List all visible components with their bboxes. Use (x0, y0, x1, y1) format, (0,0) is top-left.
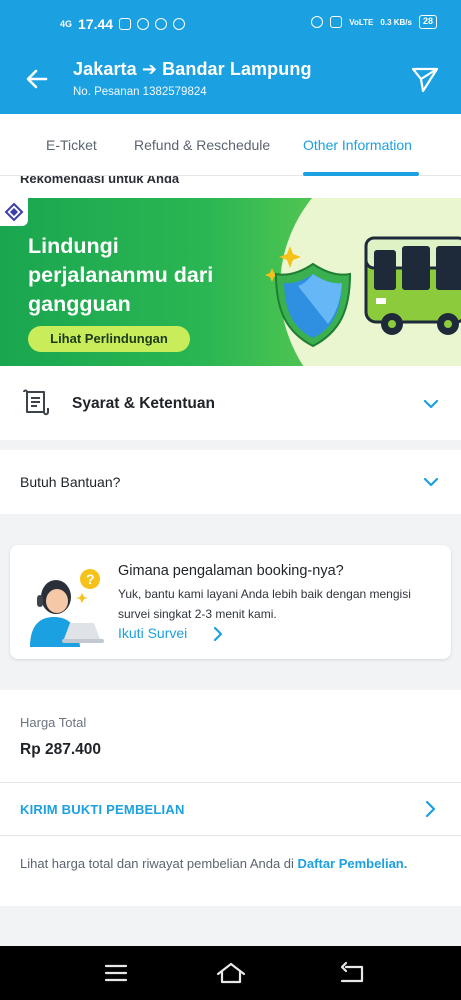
purchase-history-description: Lihat harga total dan riwayat pembelian … (20, 856, 294, 871)
instagram-icon (119, 18, 132, 30)
tab-bar: E-Ticket Refund & Reschedule Other Infor… (0, 114, 461, 176)
terms-conditions-row[interactable]: Syarat & Ketentuan (0, 366, 461, 440)
survey-card: ? Gimana pengalaman booking-nya? Yuk, ba… (10, 545, 451, 659)
purchase-history-text: Lihat harga total dan riwayat pembelian … (20, 854, 440, 873)
battery-indicator: 28 (418, 15, 437, 29)
share-icon (411, 67, 439, 93)
status-time: 17.44 (78, 16, 114, 32)
tab-other-information[interactable]: Other Information (303, 137, 412, 153)
nav-home-icon[interactable] (215, 960, 247, 986)
tab-e-ticket[interactable]: E-Ticket (46, 137, 97, 153)
recommendation-label: Rekomendasi untuk Anda (20, 176, 180, 186)
nav-menu-icon[interactable] (102, 960, 130, 986)
terms-document-icon (23, 389, 49, 416)
svg-text:?: ? (86, 571, 95, 587)
recommendation-header: Rekomendasi untuk Anda (0, 176, 461, 198)
support-agent-illustration-icon: ? (30, 569, 104, 647)
total-price-value: Rp 287.400 (20, 741, 101, 758)
terms-conditions-label: Syarat & Ketentuan (72, 395, 215, 412)
diamond-logo-icon (4, 202, 24, 222)
vibrate-icon (330, 16, 343, 28)
whatsapp-icon (137, 18, 150, 30)
shield-illustration-icon (265, 246, 352, 348)
total-price-label: Harga Total (20, 715, 87, 730)
nav-back-icon[interactable] (338, 960, 366, 986)
chevron-down-icon (423, 477, 439, 487)
survey-description: Yuk, bantu kami layani Anda lebih baik d… (118, 587, 411, 621)
bus-illustration-icon (364, 236, 461, 335)
banner-headline: Lindungi perjalananmu dari gangguan (28, 234, 214, 316)
order-number: No. Pesanan 1382579824 (73, 86, 207, 98)
network-type: VoLTE (349, 17, 374, 27)
need-help-row[interactable]: Butuh Bantuan? (0, 450, 461, 514)
chevron-right-icon (213, 626, 223, 642)
back-button[interactable] (22, 64, 52, 94)
send-proof-row[interactable]: KIRIM BUKTI PEMBELIAN (0, 782, 461, 836)
tab-refund-reschedule[interactable]: Refund & Reschedule (134, 137, 270, 153)
page-title: Jakarta ➔ Bandar Lampung (73, 59, 312, 79)
back-arrow-icon (26, 69, 48, 89)
chevron-down-icon (423, 399, 439, 409)
purchase-list-link[interactable]: Daftar Pembelian. (298, 856, 408, 871)
need-help-label: Butuh Bantuan? (20, 474, 121, 490)
phone-icon (155, 18, 168, 30)
send-proof-label: KIRIM BUKTI PEMBELIAN (20, 802, 185, 817)
chevron-right-icon (425, 800, 436, 818)
record-icon (173, 18, 186, 30)
protection-banner[interactable]: Lindungi perjalananmu dari gangguan Liha… (0, 198, 461, 366)
app-header: Jakarta ➔ Bandar Lampung No. Pesanan 138… (0, 50, 461, 114)
signal-indicator: 4G (60, 18, 73, 29)
system-navigation-bar (0, 946, 461, 1000)
take-survey-link[interactable]: Ikuti Survei (118, 625, 187, 641)
view-protection-button[interactable]: Lihat Perlindungan (28, 326, 190, 352)
banner-badge (0, 198, 28, 226)
share-button[interactable] (409, 63, 441, 95)
status-bar: 4G 17.44 VoLTE 0.3 KB/s 28 (0, 0, 461, 50)
total-price-section: Harga Total Rp 287.400 (0, 690, 461, 782)
alarm-icon (311, 16, 324, 28)
network-speed: 0.3 KB/s (380, 17, 412, 27)
purchase-history-note: Lihat harga total dan riwayat pembelian … (0, 836, 461, 906)
survey-title: Gimana pengalaman booking-nya? (118, 563, 344, 579)
